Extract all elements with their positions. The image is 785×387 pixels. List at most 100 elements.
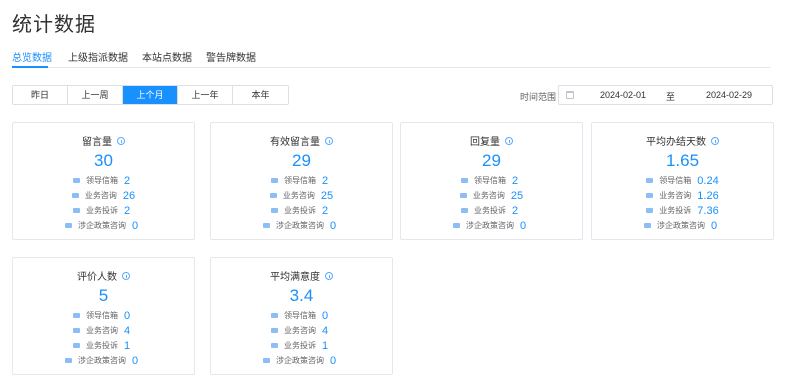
stat-breakdown-row: 领导信箱 0.24 xyxy=(592,173,773,188)
tab-overview[interactable]: 总览数据 xyxy=(12,49,52,64)
stat-breakdown-row: 业务咨询 4 xyxy=(211,323,392,338)
stat-breakdown-value: 2 xyxy=(512,204,519,217)
stat-breakdown-label: 业务咨询 xyxy=(284,326,316,335)
stat-breakdown-label: 业务咨询 xyxy=(86,326,118,335)
start-date-input[interactable]: 2024-02-01 xyxy=(600,90,646,100)
stat-card-value: 5 xyxy=(98,286,109,305)
stat-card: 平均满意度 3.4 领导信箱 0 业务咨询 4 业务投诉 1 涉企政策咨询 0 xyxy=(210,257,393,375)
complaint-icon xyxy=(73,343,80,348)
range-button-last-week[interactable]: 上一周 xyxy=(68,86,123,104)
stat-breakdown-value: 1.26 xyxy=(697,189,719,202)
tab-warning-sign[interactable]: 警告牌数据 xyxy=(206,49,256,64)
range-button-last-year[interactable]: 上一年 xyxy=(178,86,233,104)
policy-doc-icon xyxy=(263,223,270,228)
stat-breakdown-label: 领导信箱 xyxy=(474,176,506,185)
info-icon[interactable] xyxy=(325,272,333,280)
policy-doc-icon xyxy=(453,223,460,228)
stat-breakdown-value: 0 xyxy=(330,354,337,367)
stat-breakdown-value: 0 xyxy=(124,309,131,322)
info-icon[interactable] xyxy=(505,137,513,145)
stat-card-title-text: 平均满意度 xyxy=(270,272,320,283)
stat-breakdown-row: 领导信箱 0 xyxy=(211,308,392,323)
info-icon[interactable] xyxy=(122,272,130,280)
stat-breakdown-value: 2 xyxy=(322,204,329,217)
stat-breakdown-row: 业务投诉 7.36 xyxy=(592,203,773,218)
stat-breakdown-row: 领导信箱 2 xyxy=(211,173,392,188)
stat-breakdown-value: 4 xyxy=(124,324,131,337)
mailbox-icon xyxy=(271,178,278,183)
info-icon[interactable] xyxy=(325,137,333,145)
stat-breakdown-value: 0 xyxy=(711,219,718,232)
stat-breakdown: 领导信箱 0.24 业务咨询 1.26 业务投诉 7.36 涉企政策咨询 0 xyxy=(592,173,773,233)
stat-breakdown-label: 业务投诉 xyxy=(284,206,316,215)
stat-breakdown-label: 业务咨询 xyxy=(84,191,117,200)
stat-breakdown-row: 业务投诉 2 xyxy=(211,203,392,218)
stat-breakdown-row: 领导信箱 2 xyxy=(401,173,582,188)
stat-breakdown-row: 业务咨询 25 xyxy=(211,188,392,203)
stat-breakdown-label: 业务投诉 xyxy=(284,341,316,350)
stat-card-value: 29 xyxy=(482,151,501,170)
stat-breakdown-value: 7.36 xyxy=(697,204,719,217)
stat-card-value: 1.65 xyxy=(665,151,700,170)
stat-breakdown-value: 2 xyxy=(124,174,131,187)
info-icon[interactable] xyxy=(117,137,125,145)
stat-card-title-text: 有效留言量 xyxy=(270,137,320,148)
stat-breakdown-row: 业务投诉 1 xyxy=(211,338,392,353)
stat-breakdown-value: 4 xyxy=(322,324,329,337)
complaint-icon xyxy=(461,208,468,213)
stat-breakdown-value: 0 xyxy=(330,219,337,232)
stat-breakdown-label: 业务投诉 xyxy=(86,341,118,350)
mailbox-icon xyxy=(73,178,80,183)
consult-icon xyxy=(271,328,278,333)
stat-breakdown: 领导信箱 0 业务咨询 4 业务投诉 1 涉企政策咨询 0 xyxy=(211,308,392,368)
end-date-input[interactable]: 2024-02-29 xyxy=(706,90,752,100)
stat-breakdown-row: 业务投诉 1 xyxy=(13,338,194,353)
stat-breakdown-value: 1 xyxy=(322,339,329,352)
date-range-picker[interactable]: 2024-02-01 至 2024-02-29 xyxy=(558,85,773,105)
range-button-yesterday[interactable]: 昨日 xyxy=(13,86,68,104)
stat-card-title-text: 评价人数 xyxy=(77,272,117,283)
range-button-this-year[interactable]: 本年 xyxy=(233,86,288,104)
consult-icon xyxy=(459,193,467,198)
consult-icon xyxy=(71,193,79,198)
time-range-label: 时间范围 xyxy=(520,92,557,102)
stat-card-title: 平均办结天数 xyxy=(592,133,773,148)
stat-breakdown-value: 0 xyxy=(322,309,329,322)
stat-card-title: 有效留言量 xyxy=(211,133,392,148)
stat-breakdown-label: 领导信箱 xyxy=(284,176,316,185)
tab-this-site[interactable]: 本站点数据 xyxy=(142,49,192,64)
stat-breakdown-row: 领导信箱 2 xyxy=(13,173,194,188)
stat-breakdown: 领导信箱 2 业务咨询 25 业务投诉 2 涉企政策咨询 0 xyxy=(401,173,582,233)
stat-breakdown-row: 涉企政策咨询 0 xyxy=(592,218,773,233)
stat-breakdown-label: 涉企政策咨询 xyxy=(466,221,514,230)
stat-breakdown-label: 涉企政策咨询 xyxy=(657,221,705,230)
stat-breakdown-value: 2 xyxy=(322,174,329,187)
stat-breakdown-row: 领导信箱 0 xyxy=(13,308,194,323)
info-icon[interactable] xyxy=(711,137,719,145)
stat-breakdown-row: 涉企政策咨询 0 xyxy=(211,353,392,368)
mailbox-icon xyxy=(461,178,468,183)
stat-breakdown-row: 业务投诉 2 xyxy=(401,203,582,218)
stat-card-value: 3.4 xyxy=(289,286,314,305)
complaint-icon xyxy=(271,343,278,348)
stat-breakdown-label: 业务咨询 xyxy=(659,191,692,200)
stat-card: 平均办结天数 1.65 领导信箱 0.24 业务咨询 1.26 业务投诉 7.36 涉企政策咨询… xyxy=(591,122,774,240)
stat-breakdown-label: 领导信箱 xyxy=(86,176,118,185)
complaint-icon xyxy=(271,208,278,213)
stat-breakdown-label: 涉企政策咨询 xyxy=(78,356,126,365)
stat-breakdown: 领导信箱 2 业务咨询 26 业务投诉 2 涉企政策咨询 0 xyxy=(13,173,194,233)
range-button-last-month[interactable]: 上个月 xyxy=(123,86,178,104)
stat-breakdown-value: 0 xyxy=(132,354,139,367)
policy-doc-icon xyxy=(65,223,72,228)
mailbox-icon xyxy=(646,178,654,183)
stat-card: 回复量 29 领导信箱 2 业务咨询 25 业务投诉 2 涉企政策咨询 0 xyxy=(400,122,583,240)
stat-card-title: 评价人数 xyxy=(13,268,194,283)
stat-breakdown-row: 涉企政策咨询 0 xyxy=(13,218,194,233)
policy-doc-icon xyxy=(263,358,270,363)
stat-breakdown-row: 业务咨询 26 xyxy=(13,188,194,203)
stat-breakdown-row: 业务咨询 1.26 xyxy=(592,188,773,203)
tab-superior-assigned[interactable]: 上级指派数据 xyxy=(68,49,128,64)
stat-card-value: 29 xyxy=(292,151,311,170)
stat-breakdown-label: 业务投诉 xyxy=(86,206,118,215)
stat-card-title-text: 回复量 xyxy=(470,137,500,148)
